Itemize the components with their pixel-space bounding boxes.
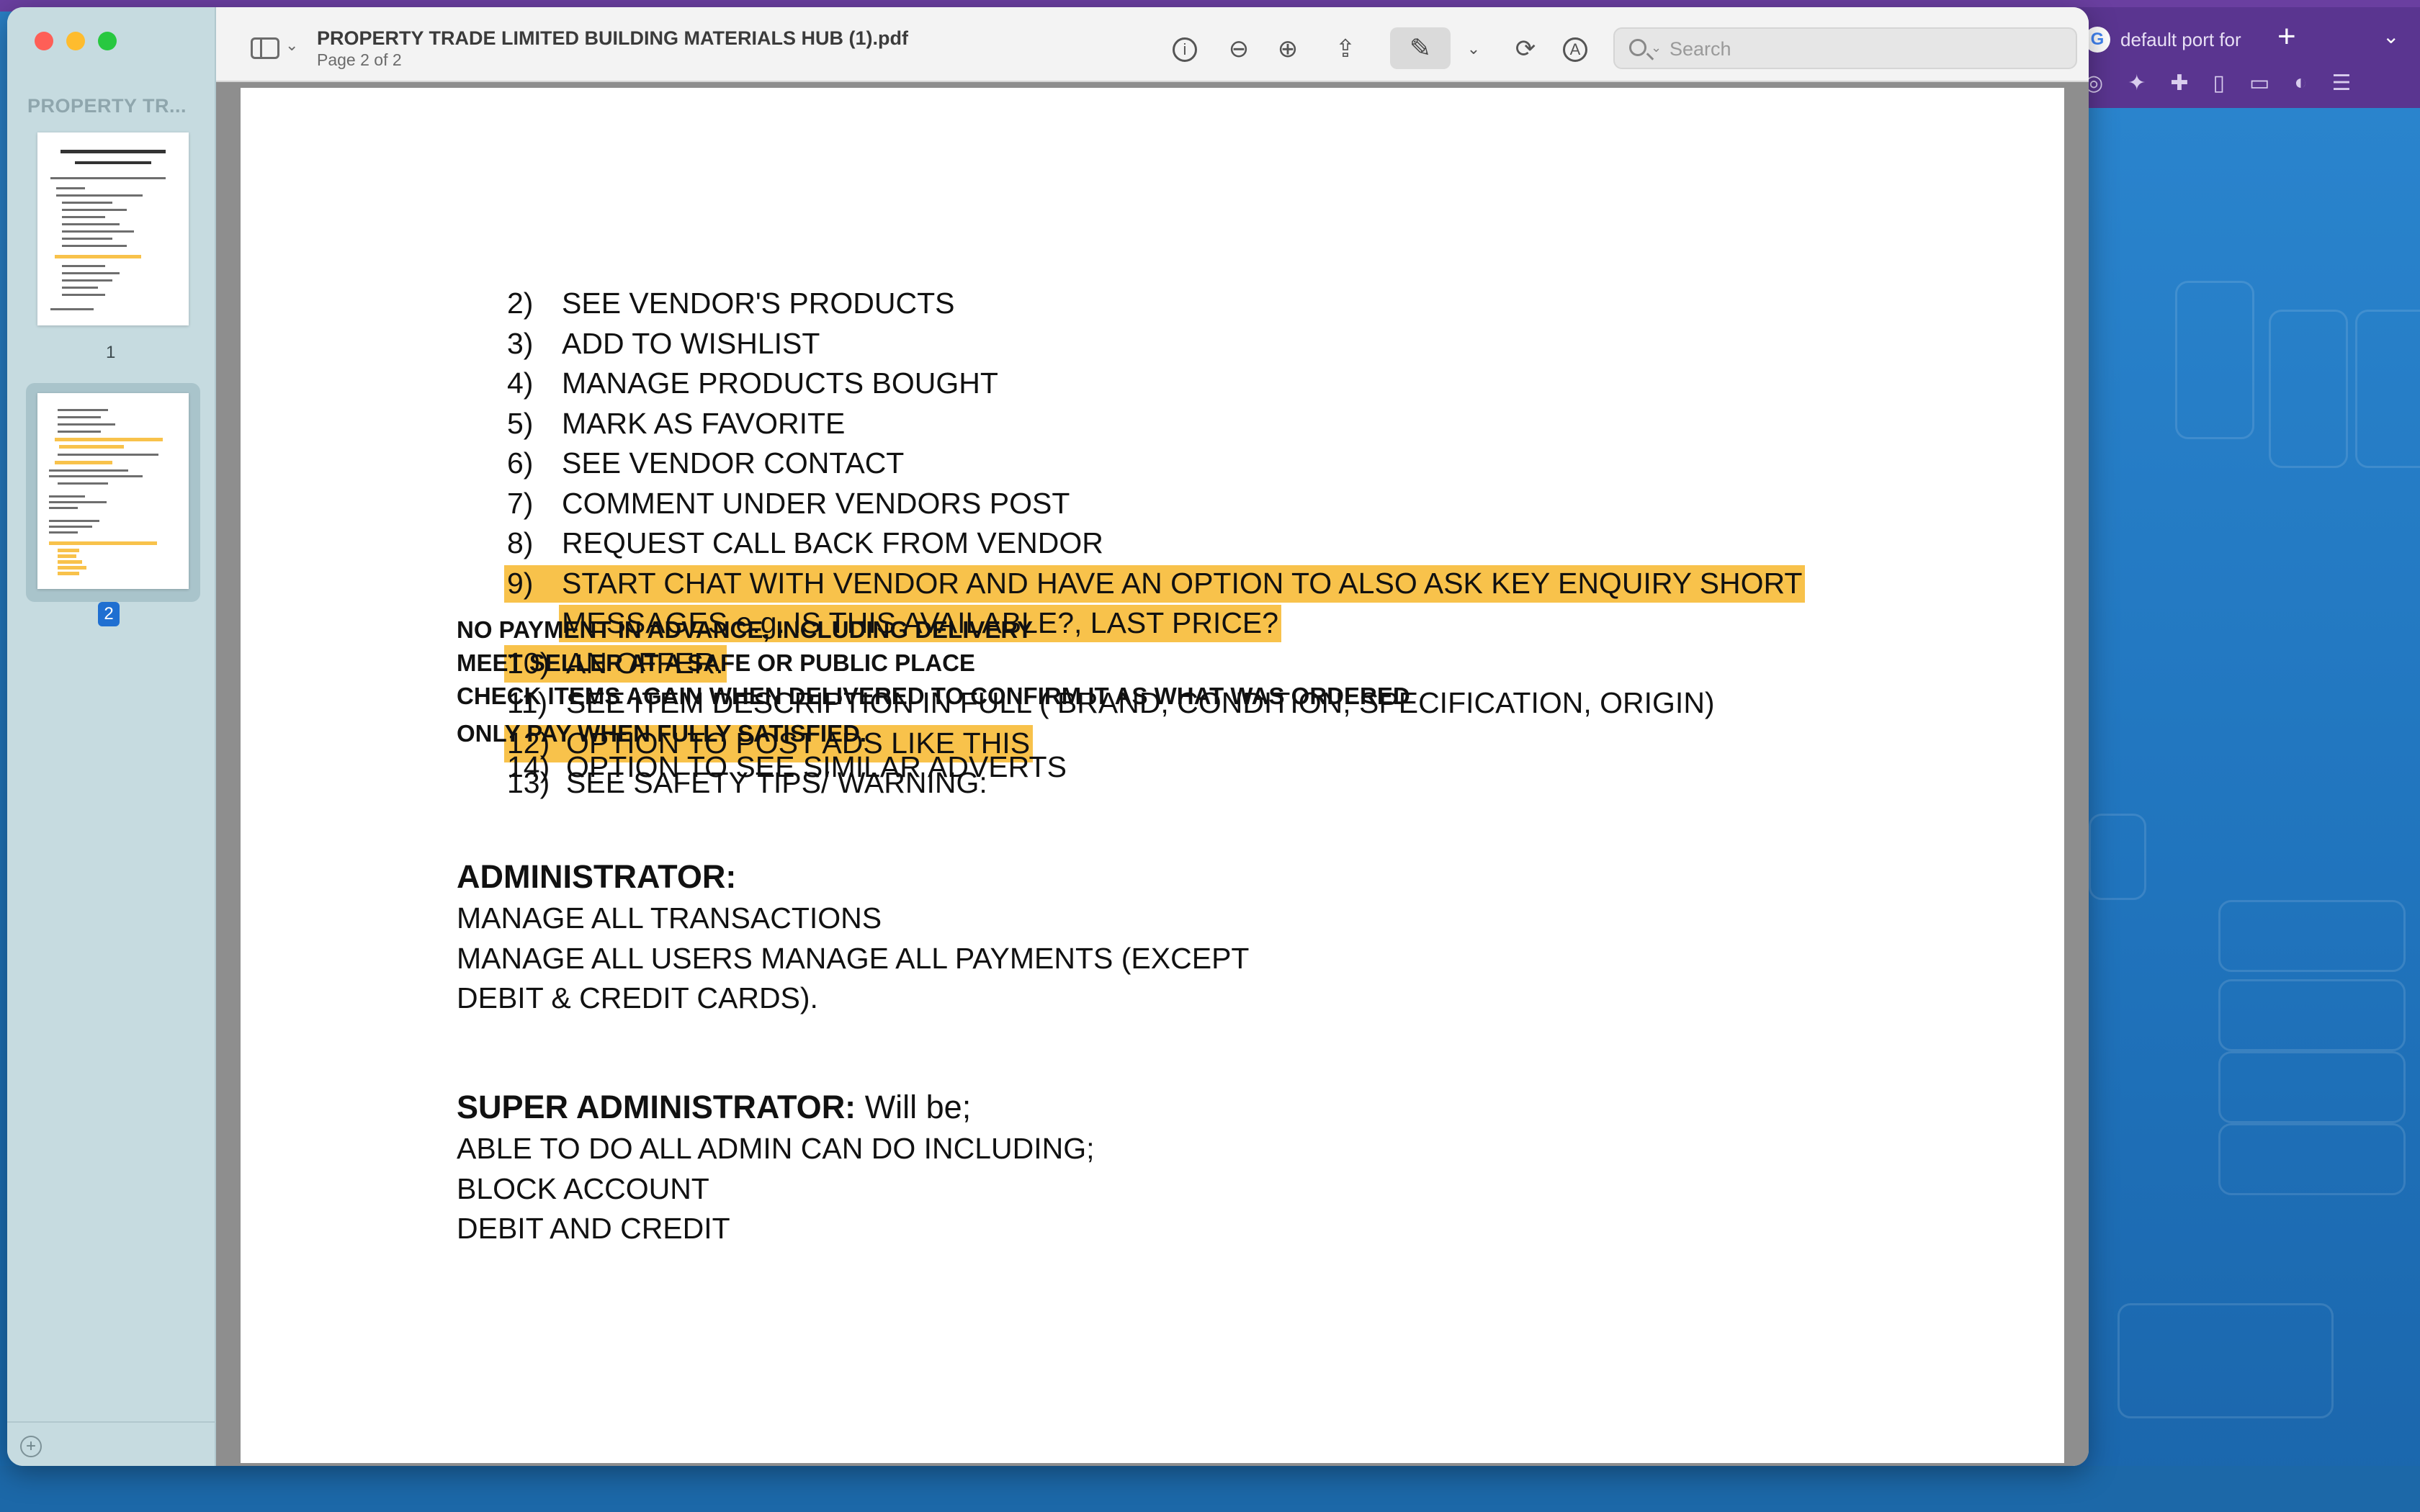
list-item-number: 14) — [507, 750, 550, 783]
window-controls — [35, 32, 117, 50]
list-item-number: 2) — [507, 287, 534, 320]
annotate-icon[interactable]: A — [1563, 37, 1587, 62]
list-item-number: 8) — [507, 526, 534, 559]
minimize-button[interactable] — [66, 32, 85, 50]
pdf-page-2: 2) SEE VENDOR'S PRODUCTS 3) ADD TO WISHLIST… — [241, 88, 2064, 1463]
profile-icon[interactable]: ◐ — [2294, 71, 2307, 96]
super-admin-line: ABLE TO DO ALL ADMIN CAN DO INCLUDING; — [457, 1132, 1095, 1165]
diagram-shape — [2218, 979, 2406, 1051]
background-browser-window: G default port for + ⌄ ◎ ✦ ✚ ▯ ▭ ◐ ☰ — [2074, 7, 2420, 1476]
preview-window: PROPERTY TR... 1 2 + ⌄ PROPERTY TRADE LI… — [7, 7, 2089, 1466]
list-item-text: START CHAT WITH VENDOR AND HAVE AN OPTIO… — [562, 566, 1803, 600]
info-icon[interactable]: i — [1173, 37, 1197, 62]
search-field[interactable]: ⌄ — [1613, 27, 2077, 69]
wallet-icon[interactable]: ▭ — [2249, 71, 2269, 96]
super-admin-line: DEBIT AND CREDIT — [457, 1212, 730, 1245]
admin-heading: ADMINISTRATOR: — [457, 858, 737, 895]
list-item-text: SEE VENDOR'S PRODUCTS — [562, 287, 955, 320]
list-item-text: OPTION TO SEE SIMILAR ADVERTS — [566, 750, 1067, 783]
tab-list-chevron-icon[interactable]: ⌄ — [2383, 24, 2399, 48]
page-indicator: Page 2 of 2 — [317, 50, 402, 69]
sidebar-divider — [7, 1421, 216, 1423]
safety-tip: CHECK ITEMS AGAIN WHEN DELIVERED TO CONF… — [457, 683, 1410, 709]
diagram-shape — [2089, 814, 2146, 900]
browser-tab-title: default port for — [2120, 28, 2241, 50]
admin-line: DEBIT & CREDIT CARDS). — [457, 981, 818, 1014]
super-admin-heading-text: SUPER ADMINISTRATOR: — [457, 1089, 856, 1125]
close-button[interactable] — [35, 32, 53, 50]
list-item-text: REQUEST CALL BACK FROM VENDOR — [562, 526, 1103, 559]
zoom-out-icon[interactable]: ⊖ — [1223, 33, 1255, 65]
sidebar-icon[interactable]: ▯ — [2213, 71, 2225, 96]
document-viewer[interactable]: 2) SEE VENDOR'S PRODUCTS 3) ADD TO WISHLIST… — [216, 82, 2089, 1466]
diagram-shape — [2218, 900, 2406, 972]
fullscreen-button[interactable] — [98, 32, 117, 50]
page-label-2-selected: 2 — [98, 602, 120, 626]
list-item-number: 7) — [507, 486, 534, 520]
search-options-chevron-icon[interactable]: ⌄ — [1651, 40, 1662, 55]
list-item-number: 6) — [507, 446, 534, 480]
list-item-number: 5) — [507, 406, 534, 440]
browser-tab-bar: G default port for + ⌄ ◎ ✦ ✚ ▯ ▭ ◐ ☰ — [2074, 7, 2420, 108]
diagram-shape — [2118, 1303, 2334, 1418]
zoom-in-icon[interactable]: ⊕ — [1272, 33, 1304, 65]
page-thumbnail-1[interactable] — [37, 132, 189, 325]
scrollbar[interactable] — [2076, 82, 2089, 1466]
browser-extension-icons: ◎ ✦ ✚ ▯ ▭ ◐ ☰ — [2084, 71, 2351, 96]
diagram-shape — [2175, 281, 2254, 439]
sidebar-title: PROPERTY TR... — [27, 95, 187, 117]
new-tab-icon[interactable]: + — [2277, 19, 2296, 55]
puzzle-icon[interactable]: ✚ — [2170, 71, 2188, 96]
search-icon — [1629, 39, 1646, 56]
toolbar: ⌄ PROPERTY TRADE LIMITED BUILDING MATERI… — [216, 7, 2089, 82]
extension-bird-icon[interactable]: ✦ — [2128, 71, 2146, 96]
desktop-bottom-strip — [0, 1466, 2420, 1512]
menu-icon[interactable]: ☰ — [2331, 71, 2351, 96]
diagram-shape — [2269, 310, 2348, 468]
list-item-text: COMMENT UNDER VENDORS POST — [562, 486, 1070, 520]
super-admin-heading-suffix: Will be; — [856, 1089, 972, 1125]
safety-tip: NO PAYMENT IN ADVANCE, INCLUDING DELIVER… — [457, 616, 1034, 643]
diagram-shape — [2218, 1051, 2406, 1123]
rotate-icon[interactable]: ⟳ — [1510, 33, 1541, 65]
share-icon[interactable]: ⇪ — [1330, 33, 1361, 65]
super-admin-line: BLOCK ACCOUNT — [457, 1171, 709, 1205]
list-item-text: MARK AS FAVORITE — [562, 406, 846, 440]
add-page-icon[interactable]: + — [20, 1436, 42, 1457]
admin-line: MANAGE ALL USERS MANAGE ALL PAYMENTS (EX… — [457, 941, 1250, 975]
list-item-text: MANAGE PRODUCTS BOUGHT — [562, 366, 998, 400]
safety-tip: MEET SELLER AT A SAFE OR PUBLIC PLACE — [457, 649, 975, 676]
diagram-shape — [2218, 1123, 2406, 1195]
list-item-number: 9) — [507, 566, 534, 600]
page-thumbnail-2[interactable] — [37, 393, 189, 589]
page-label-1: 1 — [106, 343, 116, 362]
list-item-number: 3) — [507, 326, 534, 360]
markup-chevron-down-icon[interactable]: ⌄ — [1458, 33, 1489, 65]
document-title: PROPERTY TRADE LIMITED BUILDING MATERIAL… — [317, 27, 908, 49]
super-admin-heading: SUPER ADMINISTRATOR: Will be; — [457, 1089, 971, 1126]
thumbnail-sidebar: PROPERTY TR... 1 2 + — [7, 7, 216, 1466]
diagram-shape — [2355, 310, 2420, 468]
markup-pen-icon[interactable]: ✎ — [1390, 27, 1451, 69]
list-item-number: 4) — [507, 366, 534, 400]
admin-line: MANAGE ALL TRANSACTIONS — [457, 901, 882, 935]
chevron-down-icon[interactable]: ⌄ — [285, 36, 298, 55]
list-item-text: ADD TO WISHLIST — [562, 326, 820, 360]
search-input[interactable] — [1670, 36, 2058, 62]
sidebar-toggle-icon[interactable] — [251, 37, 279, 59]
list-item-text: SEE VENDOR CONTACT — [562, 446, 905, 480]
safety-tip: ONLY PAY WHEN FULLY SATISFIED. — [457, 720, 867, 747]
